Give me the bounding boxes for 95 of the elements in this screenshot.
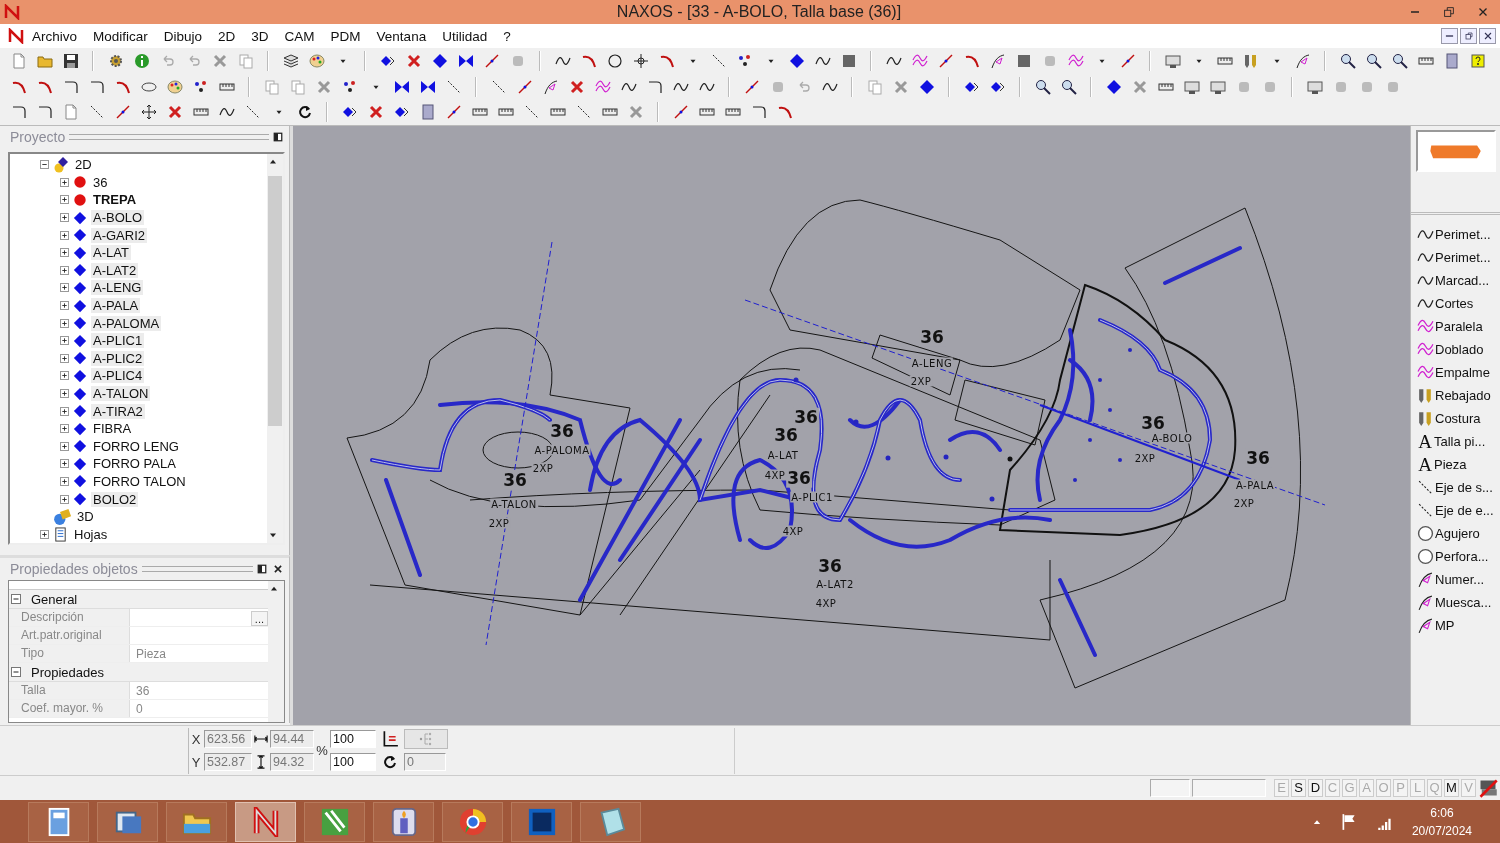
tool-item[interactable]: Numer... [1417, 568, 1500, 591]
tree-item-label[interactable]: A-BOLO [91, 210, 145, 226]
tree-item-label[interactable]: A-LAT [91, 245, 131, 261]
piece-label: 2XP [487, 517, 511, 529]
menu-item[interactable]: 2D [210, 26, 244, 46]
tree-item-label[interactable]: A-PLIC2 [91, 350, 145, 366]
group-title: Propiedades [31, 664, 104, 680]
letter-glyph-icon: A [1417, 456, 1433, 473]
piece-label: 2XP [909, 375, 933, 387]
piece-label: A-LAT [766, 449, 800, 461]
property-label: Tipo [9, 645, 129, 662]
tree-item-label[interactable]: A-PLIC4 [91, 368, 145, 384]
piece-label: 4XP [763, 469, 787, 481]
tool-item[interactable]: Marcad... [1417, 269, 1500, 292]
tool-item[interactable]: Paralela [1417, 315, 1500, 338]
property-value-text: 0 [136, 702, 143, 717]
y-label: Y [190, 754, 202, 770]
menu-item[interactable]: CAM [276, 26, 323, 46]
panel-title: Propiedades objetos [10, 561, 138, 577]
tree-item-label[interactable]: FORRO PALA [91, 456, 178, 472]
clock-time[interactable]: 6:06 [1430, 803, 1454, 822]
menu-item[interactable]: PDM [322, 26, 369, 46]
tree-item-label[interactable]: FORRO LENG [91, 438, 181, 454]
menu-item[interactable]: ? [495, 26, 519, 46]
menu-item[interactable]: Ventana [368, 26, 435, 46]
property-value-text: Pieza [136, 647, 167, 662]
tool-item[interactable]: Perimet... [1417, 223, 1500, 246]
tree-item-label[interactable]: A-TALON [91, 386, 151, 401]
tree-item-label[interactable]: A-LAT2 [91, 262, 139, 278]
piece-label: A-LENG [910, 357, 954, 369]
tree-item-label[interactable]: A-GARI2 [91, 227, 147, 243]
piece-label: A-LAT2 [815, 578, 855, 590]
piece-label: 4XP [781, 525, 805, 537]
piece-label: 2XP [1232, 497, 1256, 509]
mode-indicator[interactable]: S [1291, 779, 1306, 797]
scale-x-field[interactable]: 100 [330, 730, 376, 748]
tree-item-label[interactable]: 3D [75, 509, 96, 525]
tree-item-label[interactable]: A-PALOMA [91, 315, 162, 331]
tree-item-label[interactable]: FORRO TALON [91, 474, 188, 489]
x-label: X [190, 731, 202, 747]
tool-item[interactable]: Eje de e... [1417, 499, 1500, 522]
property-label: Coef. mayor. % [9, 700, 129, 717]
piece-label: A-PALA [1234, 479, 1276, 491]
property-label: Descripción [9, 609, 129, 626]
piece-label: 2XP [1133, 452, 1157, 464]
tool-item[interactable]: Costura [1417, 407, 1500, 430]
mode-indicator[interactable]: M [1444, 779, 1459, 797]
menu-item[interactable]: Dibujo [155, 26, 211, 46]
tree-item-label[interactable]: BOLO2 [91, 491, 139, 507]
window-title: NAXOS - [33 - A-BOLO, Talla base (36)] [615, 3, 903, 21]
piece-label: A-PALOMA [533, 444, 591, 456]
piece-label: 4XP [814, 597, 838, 609]
tool-item[interactable]: Cortes [1417, 292, 1500, 315]
property-value[interactable]: ... [129, 609, 268, 626]
property-label: Talla [9, 682, 129, 699]
menu-item[interactable]: Utilidad [434, 26, 496, 46]
property-label: Art.patr.original [9, 627, 129, 644]
tool-item[interactable]: Agujero [1417, 522, 1500, 545]
tree-item-label[interactable]: TREPA [91, 192, 139, 208]
tree-item-label[interactable]: Hojas [72, 526, 110, 542]
piece-label: A-BOLO [1150, 432, 1194, 444]
tree-item-label[interactable]: A-TIRA2 [91, 403, 145, 419]
size-label: 36 [502, 470, 528, 490]
letter-glyph-icon: A [1417, 433, 1433, 450]
tool-item[interactable]: MP [1417, 614, 1500, 637]
piece-label: A-TALON [490, 498, 538, 510]
percent-label: % [315, 743, 329, 758]
tool-item[interactable]: Muesca... [1417, 591, 1500, 614]
tree-item-label[interactable]: 36 [91, 174, 110, 190]
scale-y-field[interactable]: 100 [330, 753, 376, 771]
tree-item-label[interactable]: FIBRA [91, 421, 134, 437]
tool-item[interactable]: Empalme [1417, 361, 1500, 384]
tool-item[interactable]: Perfora... [1417, 545, 1500, 568]
tool-item[interactable]: A Pieza [1417, 453, 1500, 476]
menu-item[interactable]: Archivo [24, 26, 85, 46]
menu-item[interactable]: 3D [243, 26, 277, 46]
tool-item[interactable]: Perimet... [1417, 246, 1500, 269]
tree-item-label[interactable]: 2D [73, 157, 94, 173]
menu-item[interactable]: Modificar [85, 26, 156, 46]
panel-title: Proyecto [10, 129, 66, 145]
mode-indicator[interactable]: D [1308, 779, 1323, 797]
tool-item[interactable]: Rebajado [1417, 384, 1500, 407]
clock-date[interactable]: 20/07/2024 [1411, 821, 1472, 840]
property-value-text: 36 [136, 684, 150, 699]
browse-button[interactable]: ... [250, 611, 268, 626]
tree-item-label[interactable]: A-LENG [91, 280, 144, 296]
tool-item[interactable]: Doblado [1417, 338, 1500, 361]
size-label: 36 [786, 468, 812, 488]
tree-item-label[interactable]: A-PLIC1 [91, 333, 145, 349]
tool-item[interactable]: Eje de s... [1417, 476, 1500, 499]
tree-item-label[interactable]: A-PALA [91, 298, 141, 314]
group-title: General [31, 591, 78, 607]
piece-label: A-PLIC1 [790, 491, 834, 503]
piece-label: 2XP [531, 462, 555, 474]
tool-item[interactable]: ATalla pi... [1417, 430, 1500, 453]
